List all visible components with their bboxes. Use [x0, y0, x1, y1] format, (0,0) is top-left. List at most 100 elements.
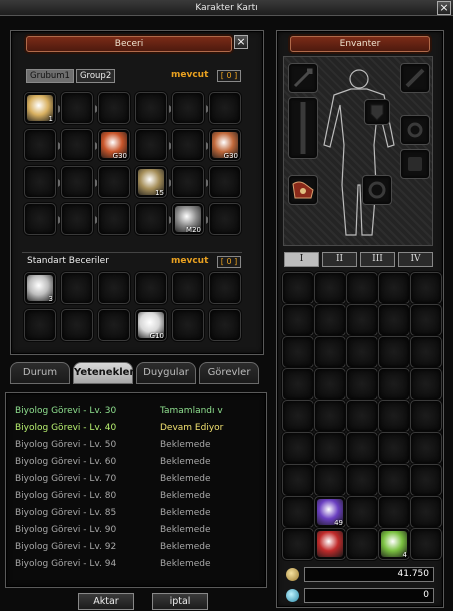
inventory-slot[interactable]: [282, 400, 314, 432]
skill-slot[interactable]: [98, 92, 130, 124]
inventory-slot[interactable]: [282, 304, 314, 336]
skill-slot[interactable]: [172, 129, 211, 161]
inventory-slot[interactable]: [314, 528, 346, 560]
inventory-slot[interactable]: [282, 464, 314, 496]
skill-slot[interactable]: [209, 92, 241, 124]
standard-skill-slot[interactable]: G10: [135, 309, 167, 341]
tab-gorevler[interactable]: Görevler: [199, 362, 259, 384]
quest-row[interactable]: Biyolog Görevi - Lv. 30 Tamamlandı v: [15, 403, 245, 420]
quest-row[interactable]: Biyolog Görevi - Lv. 70 Beklemede: [15, 471, 245, 488]
tab-durum[interactable]: Durum: [10, 362, 70, 384]
quest-row[interactable]: Biyolog Görevi - Lv. 80 Beklemede: [15, 488, 245, 505]
skill-slot[interactable]: [98, 203, 130, 235]
inventory-slot[interactable]: [314, 400, 346, 432]
inventory-slot[interactable]: [410, 464, 442, 496]
inventory-slot[interactable]: [346, 400, 378, 432]
equip-slot-ring[interactable]: [400, 63, 430, 93]
inventory-slot[interactable]: [314, 336, 346, 368]
standard-skill-slot[interactable]: [172, 309, 204, 341]
inventory-slot[interactable]: [410, 368, 442, 400]
skill-slot[interactable]: G30: [209, 129, 241, 161]
quest-row[interactable]: Biyolog Görevi - Lv. 50 Beklemede: [15, 437, 245, 454]
skill-slot[interactable]: [61, 166, 100, 198]
inventory-slot[interactable]: [378, 464, 410, 496]
skill-slot[interactable]: [24, 129, 63, 161]
equip-slot-shoes[interactable]: [288, 175, 318, 205]
inventory-page-1[interactable]: I: [284, 252, 319, 267]
skill-slot[interactable]: [24, 166, 63, 198]
inventory-page-4[interactable]: IV: [398, 252, 433, 267]
inventory-slot[interactable]: [410, 304, 442, 336]
skill-slot[interactable]: [135, 203, 174, 235]
inventory-slot[interactable]: [410, 272, 442, 304]
skill-slot[interactable]: 1: [24, 92, 63, 124]
quest-row[interactable]: Biyolog Görevi - Lv. 94 Beklemede: [15, 556, 245, 573]
equip-slot-necklace[interactable]: [364, 99, 390, 125]
standard-skill-slot[interactable]: [98, 272, 130, 304]
quest-row[interactable]: Biyolog Görevi - Lv. 40 Devam Ediyor: [15, 420, 245, 437]
inventory-slot[interactable]: [378, 272, 410, 304]
inventory-page-3[interactable]: III: [360, 252, 395, 267]
inventory-slot[interactable]: [378, 400, 410, 432]
inventory-slot[interactable]: [346, 336, 378, 368]
tab-group1[interactable]: Grubum1: [26, 69, 74, 83]
skill-slot[interactable]: [61, 203, 100, 235]
inventory-slot[interactable]: [378, 368, 410, 400]
standard-skill-slot[interactable]: 3: [24, 272, 56, 304]
equip-slot-helmet[interactable]: [362, 175, 392, 205]
inventory-slot[interactable]: [314, 432, 346, 464]
skill-slot[interactable]: G30: [98, 129, 130, 161]
inventory-slot[interactable]: [346, 528, 378, 560]
inventory-slot[interactable]: 4: [378, 528, 410, 560]
inventory-slot[interactable]: [346, 432, 378, 464]
skill-slot[interactable]: [61, 129, 100, 161]
window-close-button[interactable]: ×: [437, 1, 451, 15]
tab-group2[interactable]: Group2: [75, 69, 116, 83]
inventory-slot[interactable]: [410, 528, 442, 560]
standard-skill-slot[interactable]: [135, 272, 167, 304]
tab-duygular[interactable]: Duygular: [136, 362, 196, 384]
quest-row[interactable]: Biyolog Görevi - Lv. 90 Beklemede: [15, 522, 245, 539]
standard-skill-slot[interactable]: [61, 272, 93, 304]
skill-slot[interactable]: [24, 203, 63, 235]
standard-skill-slot[interactable]: [61, 309, 93, 341]
inventory-slot[interactable]: [346, 368, 378, 400]
inventory-slot[interactable]: [282, 528, 314, 560]
inventory-slot[interactable]: [314, 272, 346, 304]
skill-slot[interactable]: [135, 129, 174, 161]
skills-close-button[interactable]: ×: [234, 35, 248, 49]
inventory-slot[interactable]: [378, 304, 410, 336]
standard-skill-slot[interactable]: [24, 309, 56, 341]
inventory-slot[interactable]: [410, 400, 442, 432]
equip-slot-weapon[interactable]: [288, 63, 318, 93]
inventory-slot[interactable]: [282, 368, 314, 400]
skill-slot[interactable]: [61, 92, 100, 124]
inventory-slot[interactable]: [314, 304, 346, 336]
inventory-slot[interactable]: [346, 304, 378, 336]
inventory-slot[interactable]: [378, 336, 410, 368]
inventory-slot[interactable]: 49: [314, 496, 346, 528]
skill-slot[interactable]: [172, 166, 211, 198]
skill-slot[interactable]: [98, 166, 130, 198]
standard-skill-slot[interactable]: [209, 272, 241, 304]
inventory-slot[interactable]: [314, 464, 346, 496]
tab-yetenekler[interactable]: Yetenekler: [73, 362, 134, 384]
skill-slot[interactable]: M20: [172, 203, 211, 235]
inventory-slot[interactable]: [282, 336, 314, 368]
equip-slot-earring[interactable]: [400, 115, 430, 145]
quest-row[interactable]: Biyolog Görevi - Lv. 60 Beklemede: [15, 454, 245, 471]
inventory-slot[interactable]: [346, 272, 378, 304]
inventory-slot[interactable]: [282, 432, 314, 464]
quest-row[interactable]: Biyolog Görevi - Lv. 92 Beklemede: [15, 539, 245, 556]
skill-slot[interactable]: 15: [135, 166, 174, 198]
equip-slot-body[interactable]: [288, 97, 318, 159]
standard-skill-slot[interactable]: [98, 309, 130, 341]
inventory-slot[interactable]: [410, 496, 442, 528]
inventory-slot[interactable]: [346, 464, 378, 496]
skill-slot[interactable]: [172, 92, 211, 124]
inventory-slot[interactable]: [378, 496, 410, 528]
inventory-page-2[interactable]: II: [322, 252, 357, 267]
inventory-slot[interactable]: [314, 368, 346, 400]
equip-slot-bracelet[interactable]: [400, 149, 430, 179]
skill-slot[interactable]: [209, 203, 241, 235]
